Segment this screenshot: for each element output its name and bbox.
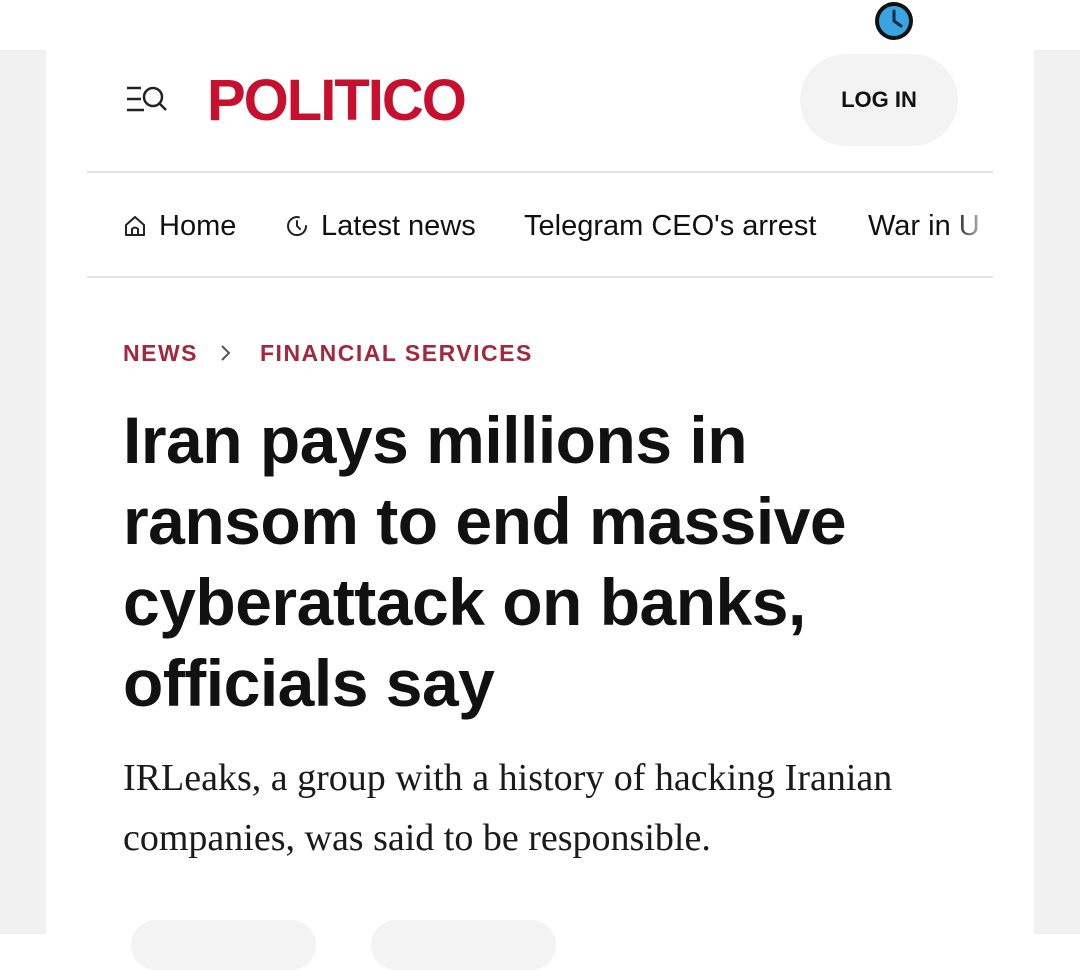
right-gutter	[1034, 50, 1080, 934]
politico-logo[interactable]: POLITICO	[207, 68, 467, 134]
left-gutter	[0, 50, 46, 934]
action-pill[interactable]	[371, 920, 556, 970]
login-button[interactable]: LOG IN	[800, 54, 958, 146]
nav-scroll-fade	[953, 174, 993, 278]
nav-divider	[87, 276, 993, 278]
nav-item-telegram-ceo-arrest[interactable]: Telegram CEO's arrest	[524, 174, 816, 278]
nav-item-label: Latest news	[321, 209, 476, 242]
clock-icon	[875, 2, 913, 40]
header-divider	[87, 171, 993, 173]
section-nav: Home Latest news Telegram CEO's arrest W…	[87, 174, 993, 278]
clock-icon	[287, 216, 308, 237]
nav-item-latest-news[interactable]: Latest news	[285, 174, 476, 278]
article-dek: IRLeaks, a group with a history of hacki…	[123, 757, 893, 859]
article-headline: Iran pays millions in ransom to end mass…	[123, 403, 847, 720]
menu-search-button[interactable]	[124, 83, 170, 117]
breadcrumb: NEWS FINANCIAL SERVICES	[123, 337, 533, 369]
action-pill[interactable]	[131, 920, 316, 970]
article-page: POLITICO LOG IN Home Latest news Telegra…	[46, 50, 1034, 970]
nav-item-home[interactable]: Home	[123, 174, 236, 278]
breadcrumb-financial-services[interactable]: FINANCIAL SERVICES	[260, 340, 533, 367]
nav-item-label: Home	[159, 209, 237, 242]
chevron-right-icon	[220, 344, 232, 362]
menu-search-icon	[127, 86, 167, 112]
nav-item-label: Telegram CEO's arrest	[524, 209, 817, 242]
home-icon	[125, 216, 145, 236]
status-bar	[0, 0, 1080, 50]
breadcrumb-news[interactable]: NEWS	[123, 340, 198, 367]
